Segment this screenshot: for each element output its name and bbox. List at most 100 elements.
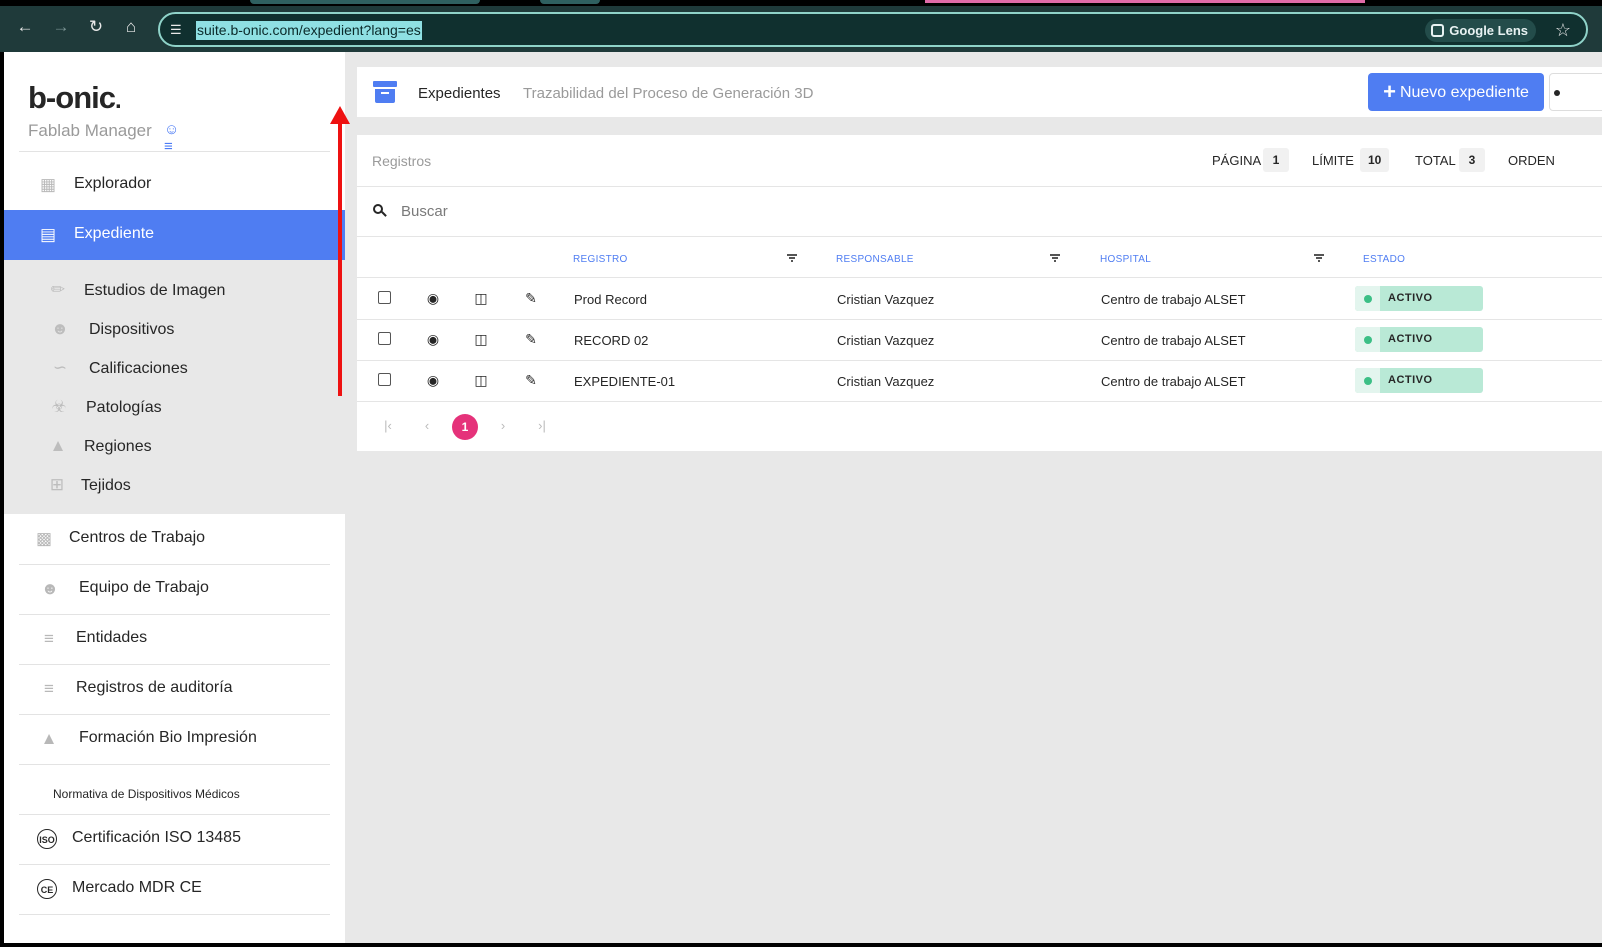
ce-icon: CE [37, 879, 57, 899]
site-settings-icon[interactable]: ☰ [170, 22, 186, 38]
biohazard-icon: ☣ [51, 397, 67, 416]
sidebar-item-expediente[interactable]: ▤ Expediente [4, 210, 345, 260]
user-list-icon[interactable]: ☺≡ [164, 121, 182, 155]
reload-icon[interactable]: ↻ [85, 16, 107, 38]
sidebar-item-centros-de-trabajo[interactable]: ▩ Centros de Trabajo [4, 514, 345, 564]
sidebar-item-label: Registros de auditoría [76, 679, 233, 696]
view-eye-icon[interactable]: ◉ [425, 372, 441, 388]
limite-value[interactable]: 10 [1360, 148, 1390, 172]
archive-icon [373, 81, 397, 103]
building-icon: ▩ [35, 529, 53, 548]
divider [357, 186, 1602, 187]
trash-icon[interactable]: ◫ [473, 290, 489, 306]
edit-pencil-icon[interactable]: ✎ [523, 372, 539, 388]
iso-icon: ISO [37, 829, 57, 849]
sidebar-item-certificacion-iso[interactable]: ISO Certificación ISO 13485 [4, 814, 345, 864]
status-dot-icon [1364, 377, 1372, 385]
column-header-responsable[interactable]: RESPONSABLE [836, 254, 914, 265]
sidebar-item-tejidos[interactable]: ⊞ Tejidos [4, 465, 345, 504]
tab[interactable] [250, 0, 480, 4]
url-text[interactable]: suite.b-onic.com/expedient?lang=es [196, 21, 422, 40]
page-viewport: b-onic. Fablab Manager ☺≡ ▦ Explorador ▤… [4, 52, 1602, 943]
browser-toolbar: ← → ↻ ⌂ ☰ suite.b-onic.com/expedient?lan… [0, 0, 1602, 52]
sidebar-item-calificaciones[interactable]: ∽ Calificaciones [4, 348, 345, 387]
status-dot-icon [1364, 336, 1372, 344]
filter-icon[interactable] [787, 254, 797, 262]
sidebar-item-explorador[interactable]: ▦ Explorador [4, 160, 345, 210]
filter-icon[interactable] [1314, 254, 1324, 262]
cell-registro: RECORD 02 [574, 333, 649, 348]
layers-icon: ≡ [44, 679, 54, 698]
shapes-icon: ▲ [49, 436, 67, 455]
column-header-hospital[interactable]: HOSPITAL [1100, 254, 1151, 265]
sidebar-item-regiones[interactable]: ▲ Regiones [4, 426, 345, 465]
home-icon[interactable]: ⌂ [120, 16, 142, 38]
sidebar-item-estudios-de-imagen[interactable]: ✏ Estudios de Imagen [4, 270, 345, 309]
divider [357, 401, 1602, 402]
brand-logo-text: b-onic [28, 80, 116, 115]
view-eye-icon[interactable]: ◉ [425, 331, 441, 347]
lens-label: Google Lens [1449, 23, 1528, 38]
divider [19, 914, 330, 915]
status-badge: ACTIVO [1355, 368, 1483, 393]
sidebar-item-label: Centros de Trabajo [69, 529, 206, 546]
sidebar-item-registros-de-auditoria[interactable]: ≡ Registros de auditoría [4, 664, 345, 714]
trash-icon[interactable]: ◫ [473, 372, 489, 388]
forward-icon[interactable]: → [50, 16, 72, 38]
sidebar-item-patologias[interactable]: ☣ Patologías [4, 387, 345, 426]
cell-registro: EXPEDIENTE-01 [574, 374, 676, 389]
brand-subtitle: Fablab Manager [28, 121, 152, 140]
prev-page-icon[interactable]: ‹ [418, 418, 436, 433]
tab[interactable] [540, 0, 600, 4]
edit-pencil-icon[interactable]: ✎ [523, 331, 539, 347]
current-page-button[interactable]: 1 [452, 414, 478, 440]
status-text: ACTIVO [1388, 292, 1433, 304]
filter-icon[interactable] [1050, 254, 1060, 262]
next-page-icon[interactable]: › [494, 418, 512, 433]
trash-icon[interactable]: ◫ [473, 331, 489, 347]
sidebar-item-mercado-mdr-ce[interactable]: CE Mercado MDR CE [4, 864, 345, 914]
sidebar: b-onic. Fablab Manager ☺≡ ▦ Explorador ▤… [4, 52, 345, 943]
view-eye-icon[interactable]: ◉ [425, 290, 441, 306]
address-bar[interactable]: ☰ suite.b-onic.com/expedient?lang=es Goo… [158, 12, 1588, 47]
sidebar-item-dispositivos[interactable]: ☻ Dispositivos [4, 309, 345, 348]
sidebar-item-label: Mercado MDR CE [72, 879, 202, 896]
column-header-estado[interactable]: ESTADO [1363, 254, 1405, 265]
more-button[interactable] [1549, 73, 1602, 111]
divider [357, 236, 1602, 237]
bookmark-star-icon[interactable]: ☆ [1552, 19, 1574, 41]
sidebar-item-entidades[interactable]: ≡ Entidades [4, 614, 345, 664]
edit-pencil-icon[interactable]: ✎ [523, 290, 539, 306]
cell-responsable: Cristian Vazquez [837, 292, 935, 307]
orden-label[interactable]: ORDEN [1508, 153, 1555, 168]
signature-icon: ∽ [52, 358, 68, 377]
new-expediente-button[interactable]: + Nuevo expediente [1368, 73, 1544, 111]
cell-responsable: Cristian Vazquez [837, 333, 935, 348]
sidebar-item-label: Formación Bio Impresión [79, 729, 257, 746]
annotation-arrow-line [338, 118, 342, 396]
sidebar-item-formacion-bio-impresion[interactable]: ▲ Formación Bio Impresión [4, 714, 345, 764]
search-input[interactable] [401, 199, 1001, 223]
row-checkbox[interactable] [378, 291, 391, 304]
limite-label: LÍMITE [1312, 153, 1354, 168]
sidebar-item-label: Calificaciones [89, 360, 188, 377]
page-subtitle: Trazabilidad del Proceso de Generación 3… [523, 85, 814, 102]
google-lens-button[interactable]: Google Lens [1425, 19, 1536, 42]
first-page-icon[interactable]: |‹ [379, 418, 397, 433]
grid-icon: ▦ [39, 175, 57, 194]
last-page-icon[interactable]: ›| [533, 418, 551, 433]
team-icon: ☻ [41, 579, 59, 598]
section-label: Normativa de Dispositivos Médicos [53, 787, 240, 801]
status-text: ACTIVO [1388, 374, 1433, 386]
new-button-label: Nuevo expediente [1399, 84, 1529, 101]
expediente-submenu: ✏ Estudios de Imagen ☻ Dispositivos ∽ Ca… [4, 260, 345, 514]
back-icon[interactable]: ← [14, 16, 36, 38]
brand-logo[interactable]: b-onic. [28, 80, 122, 116]
sidebar-item-label: Patologías [86, 399, 162, 416]
pagina-label: PÁGINA [1212, 153, 1262, 168]
sidebar-item-equipo-de-trabajo[interactable]: ☻ Equipo de Trabajo [4, 564, 345, 614]
row-checkbox[interactable] [378, 332, 391, 345]
sidebar-item-label: Explorador [74, 175, 152, 192]
row-checkbox[interactable] [378, 373, 391, 386]
column-header-registro[interactable]: REGISTRO [573, 254, 628, 265]
